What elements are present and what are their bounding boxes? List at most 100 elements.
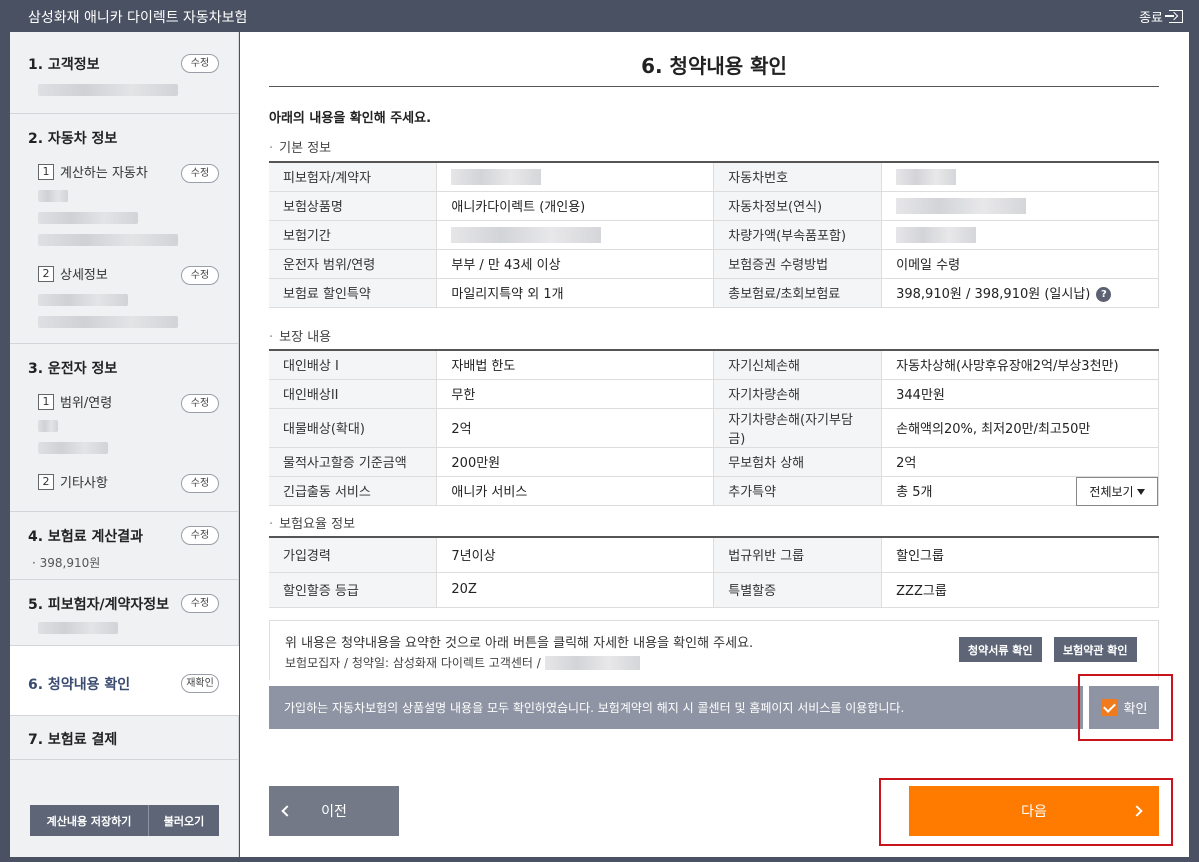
cell-text: 긴급출동 서비스 [283,485,371,500]
field-value: 344만원 [881,379,1159,409]
table-row: 가입경력 7년이상 법규위반 그룹 할인그룹 [269,537,1159,573]
close-button[interactable]: 종료 [1139,7,1183,26]
confirm-bar: 가입하는 자동차보험의 상품설명 내용을 모두 확인하였습니다. 보험계약의 해… [269,686,1159,729]
field-value: 2억 [881,447,1159,477]
masked-text [38,316,178,328]
step-insured-info: 5. 피보험자/계약자정보 수정 [10,580,239,646]
cell-text: 마일리지특약 외 1개 [451,287,564,302]
sub-step-label: 계산하는 자동차 [60,166,148,181]
field-value [881,191,1159,221]
page-title: 6. 청약내용 확인 [641,54,787,78]
masked-text [896,197,1027,214]
edit-button[interactable]: 수정 [181,394,219,413]
cell-text: 보험료 할인특약 [283,287,371,302]
window-edge [1189,32,1199,857]
step-title[interactable]: 7. 보험료 결제 [28,729,117,749]
field-label: 긴급출동 서비스 [269,476,438,506]
highlight-box-next [879,778,1173,846]
field-label: 보험료 할인특약 [269,278,438,308]
field-value [881,162,1159,192]
cell-text: 398,910원 / 398,910원 (일시납) [896,287,1091,302]
field-label: 자동차번호 [713,162,883,192]
cell-text: 추가특약 [728,485,777,500]
edit-button[interactable]: 수정 [181,594,219,613]
cell-text: 총 5개 [896,485,933,500]
field-value: 할인그룹 [881,537,1159,573]
masked-text [38,212,138,224]
edit-button[interactable]: 수정 [181,54,219,73]
exit-icon [1165,10,1183,23]
masked-text [544,655,640,670]
cell-text: 가입경력 [283,549,331,565]
step-title[interactable]: 4. 보험료 계산결과 [28,526,143,546]
cell-text: 자기차량손해(자기부담금) [728,412,853,447]
sub-step-label: 기타사항 [60,476,108,491]
step-title[interactable]: 1. 고객정보 [28,54,99,74]
field-label: 피보험자/계약자 [269,162,438,192]
field-value: 무한 [436,379,715,409]
sidebar-actions: 계산내용 저장하기 불러오기 [30,805,219,836]
masked-text [896,168,957,185]
table-row: 물적사고할증 기준금액 200만원 무보험차 상해 2억 [269,447,1159,477]
recheck-button[interactable]: 재확인 [181,674,219,693]
step-customer-info: 1. 고객정보 수정 [10,32,239,114]
table-row: 보험기간 차량가액(부속품포함) [269,220,1159,250]
field-label: 할인할증 등급 [269,572,438,608]
cell-text: 200만원 [451,456,501,471]
step-title[interactable]: 3. 운전자 정보 [28,358,117,378]
basic-info-body: 피보험자/계약자 자동차번호보험상품명 애니카다이렉트 (개인용) 자동차정보(연식)… [269,162,1159,308]
step-title[interactable]: 5. 피보험자/계약자정보 [28,594,169,614]
field-label: 자기차량손해 [713,379,883,409]
cell-text: 344만원 [896,388,945,403]
view-terms-button[interactable]: 보험약관 확인 [1054,637,1137,662]
load-button[interactable]: 불러오기 [148,805,219,836]
agent-text: 보험모집자 / 청약일: 삼성화재 다이렉트 고객센터 / [285,656,541,670]
table-row: 긴급출동 서비스 애니카 서비스 추가특약 총 5개 전체보기 [269,476,1159,506]
field-label: 대물배상(확대) [269,408,438,448]
table-row: 할인할증 등급 20Z 특별할증 ZZZ그룹 [269,572,1159,608]
sub-step: 1 계산하는 자동차 [38,162,148,181]
cell-text: 7년이상 [451,549,496,565]
field-label: 특별할증 [713,572,883,608]
cell-text: 보험기간 [283,229,331,244]
field-value [436,220,715,250]
sub-step-label: 범위/연령 [60,396,113,411]
cell-text: 자동차정보(연식) [728,200,823,215]
edit-button[interactable]: 수정 [181,164,219,183]
view-application-button[interactable]: 청약서류 확인 [959,637,1042,662]
edit-button[interactable]: 수정 [181,526,219,545]
cell-text: 할인할증 등급 [283,584,359,599]
field-label: 차량가액(부속품포함) [713,220,883,250]
title-divider [269,86,1159,87]
edit-button[interactable]: 수정 [181,266,219,285]
step-title[interactable]: 2. 자동차 정보 [28,128,117,148]
step-title[interactable]: 6. 청약내용 확인 [28,674,130,694]
cell-text: 손해액의20%, 최저20만/최고50만 [896,422,1091,437]
sub-step: 1 범위/연령 [38,392,112,411]
cell-text: 자동차상해(사망후유장애2억/부상3천만) [896,359,1119,375]
field-value: 총 5개 전체보기 [881,476,1159,506]
edit-button[interactable]: 수정 [181,474,219,493]
step-driver-info: 3. 운전자 정보 1 범위/연령 수정 2 기타사항 수정 [10,344,239,512]
caret-down-icon [1136,489,1145,495]
cell-text: 보험상품명 [283,200,343,215]
masked-text [38,420,58,432]
table-row: 대인배상II 무한 자기차량손해 344만원 [269,379,1159,409]
step-vehicle-info: 2. 자동차 정보 1 계산하는 자동차 수정 2 상세정보 수정 [10,114,239,344]
cell-text: 자배법 한도 [451,359,516,375]
field-value: 마일리지특약 외 1개 [436,278,715,308]
view-all-dropdown[interactable]: 전체보기 [1076,476,1158,506]
main-content: 6. 청약내용 확인 아래의 내용을 확인해 주세요. 기본 정보 피보험자/계… [240,32,1189,857]
prev-button[interactable]: 이전 [269,786,399,836]
notice-text: 위 내용은 청약내용을 요약한 것으로 아래 버튼을 클릭해 자세한 내용을 확… [285,636,754,651]
cell-text: 2억 [451,422,472,437]
field-value: 애니카다이렉트 (개인용) [436,191,715,221]
save-calculation-button[interactable]: 계산내용 저장하기 [30,805,148,836]
cell-text: 할인그룹 [896,549,944,565]
field-label: 대인배상II [269,379,438,409]
cell-text: 20Z [451,582,477,597]
title-bar: 삼성화재 애니카 다이렉트 자동차보험 종료 [0,0,1199,32]
cell-text: 물적사고할증 기준금액 [283,456,407,471]
masked-text [38,190,68,202]
help-icon[interactable]: ? [1096,287,1112,302]
